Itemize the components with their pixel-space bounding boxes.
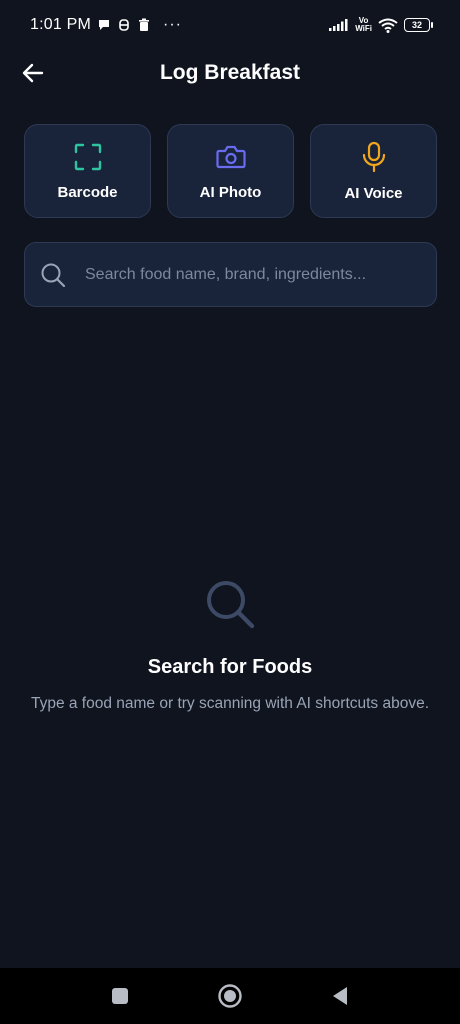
shortcut-row: Barcode AI Photo AI Voice [24,124,437,218]
status-left: 1:01 PM ··· [30,16,182,34]
page-title: Log Breakfast [159,61,301,84]
barcode-button[interactable]: Barcode [24,124,151,218]
ai-photo-label: AI Photo [199,183,262,201]
arrow-left-icon [22,63,44,83]
triangle-back-icon [333,987,347,1005]
search-input[interactable] [85,265,436,284]
signal-icon [329,19,349,31]
square-icon [112,988,128,1004]
empty-state-title: Search for Foods [147,656,313,678]
ai-voice-button[interactable]: AI Voice [310,124,437,218]
empty-state-description: Type a food name or try scanning with AI… [30,695,430,712]
status-time: 1:01 PM [30,16,91,33]
sync-icon [117,18,131,32]
wifi-icon [378,18,398,33]
ai-photo-button[interactable]: AI Photo [167,124,294,218]
microphone-icon [362,141,385,172]
vowifi-wifi: WiFi [355,24,372,33]
home-circle-icon [218,984,242,1008]
screen: 1:01 PM ··· Vo WiFi 32 Log Breakfast Bar… [0,0,460,1024]
back-button[interactable] [18,58,48,88]
back-nav-button[interactable] [326,982,354,1010]
search-icon [39,261,67,289]
vowifi-indicator: Vo WiFi [355,17,372,33]
status-right: Vo WiFi 32 [329,17,433,33]
home-button[interactable] [216,982,244,1010]
recents-button[interactable] [106,982,134,1010]
barcode-label: Barcode [57,183,118,201]
system-nav-bar [0,968,460,1024]
trash-icon [137,18,151,32]
ai-voice-label: AI Voice [344,184,403,202]
header: Log Breakfast [0,50,460,96]
search-large-icon [207,581,255,629]
search-box[interactable] [24,242,437,307]
status-bar: 1:01 PM ··· Vo WiFi 32 [0,0,460,50]
chat-bubble-icon [97,18,111,32]
camera-icon [215,145,246,168]
battery-icon: 32 [404,18,433,32]
barcode-scan-icon [74,143,101,170]
more-dots: ··· [163,16,182,33]
empty-state: Search for Foods Type a food name or try… [0,578,460,713]
